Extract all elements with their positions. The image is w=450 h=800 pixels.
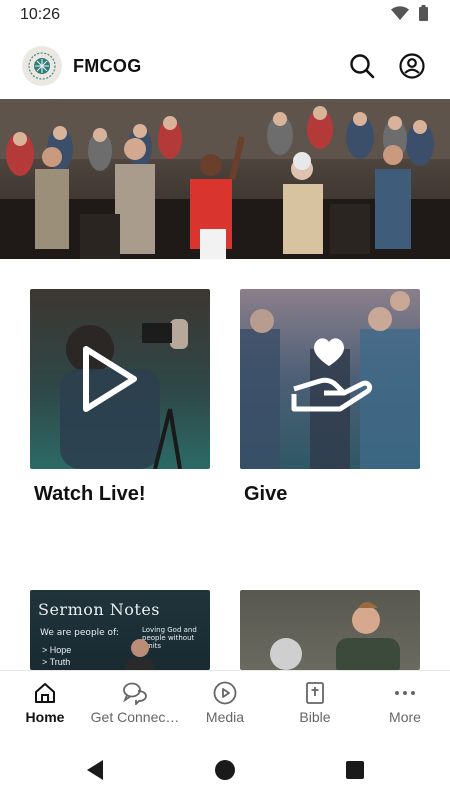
- play-circle-icon: [213, 681, 237, 705]
- nav-label-bible: Bible: [299, 709, 331, 725]
- home-circle-icon: [215, 760, 235, 780]
- search-button[interactable]: [346, 50, 378, 82]
- nav-item-home[interactable]: Home: [0, 671, 90, 734]
- church-logo: [22, 46, 62, 86]
- sermon-notes-title: Sermon Notes: [38, 600, 161, 619]
- app-header: FMCOG: [0, 42, 450, 90]
- account-button[interactable]: [396, 50, 428, 82]
- battery-icon: [419, 4, 428, 26]
- recents-square-icon: [346, 761, 364, 779]
- sermon-notes-list-item: > Truth: [42, 657, 71, 667]
- wifi-icon: [391, 5, 409, 25]
- speaker-photo: [126, 639, 154, 670]
- giving-hand-heart-icon: [291, 338, 373, 412]
- nav-item-get-connected[interactable]: Get Connec…: [90, 671, 180, 734]
- home-icon: [35, 683, 55, 703]
- more-dots-icon: [395, 691, 415, 695]
- nav-item-media[interactable]: Media: [180, 671, 270, 734]
- nav-label-home: Home: [25, 709, 65, 725]
- play-icon: [83, 346, 137, 412]
- sermon-notes-subtitle: We are people of:: [40, 628, 119, 638]
- system-navigation-bar: [0, 740, 450, 800]
- search-icon: [350, 54, 375, 79]
- account-icon: [399, 53, 425, 79]
- system-recents-button[interactable]: [290, 760, 420, 780]
- back-triangle-icon: [87, 760, 103, 780]
- give-tile[interactable]: [240, 289, 420, 469]
- app-title: FMCOG: [73, 55, 142, 76]
- bible-icon: [306, 682, 324, 704]
- nav-item-bible[interactable]: Bible: [270, 671, 360, 734]
- sermon-notes-list: > Hope > Truth: [42, 644, 71, 668]
- system-home-button[interactable]: [160, 759, 290, 781]
- hero-image: [0, 99, 450, 259]
- nav-item-more[interactable]: More: [360, 671, 450, 734]
- bottom-navigation: Home Get Connec… Media Bible More: [0, 670, 450, 734]
- sermon-notes-list-item: > Hope: [42, 645, 72, 655]
- watch-live-caption: Watch Live!: [34, 483, 146, 505]
- chat-bubbles-icon: [123, 682, 147, 705]
- nav-label-get-connected: Get Connec…: [90, 709, 180, 725]
- nav-label-more: More: [389, 709, 421, 725]
- nav-label-media: Media: [205, 709, 245, 725]
- sermon-notes-tile[interactable]: Sermon Notes We are people of: Loving Go…: [30, 590, 210, 670]
- status-icons: [391, 4, 428, 26]
- status-bar: 10:26: [0, 0, 450, 30]
- community-photo-tile[interactable]: [240, 590, 420, 670]
- watch-live-tile[interactable]: [30, 289, 210, 469]
- status-time: 10:26: [20, 6, 61, 23]
- give-caption: Give: [244, 483, 288, 505]
- system-back-button[interactable]: [30, 759, 160, 781]
